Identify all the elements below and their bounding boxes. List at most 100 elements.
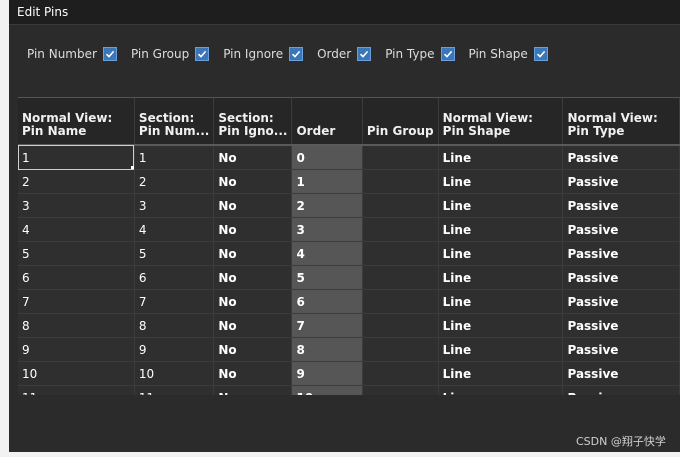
cell-order[interactable]: 7 <box>291 313 363 338</box>
filter-checkbox-pin-group[interactable] <box>195 47 210 61</box>
cell-pin-group[interactable] <box>362 193 439 218</box>
table-row[interactable]: 4 4 No 3 Line Passive <box>18 217 680 242</box>
cell-pin-type[interactable]: Passive <box>562 193 680 218</box>
cell-pin-type[interactable]: Passive <box>562 169 680 194</box>
cell-pin-ignore[interactable]: No <box>213 145 293 170</box>
cell-pin-shape[interactable]: Line <box>438 217 564 242</box>
cell-pin-number[interactable]: 1 <box>134 145 215 170</box>
cell-pin-number[interactable]: 8 <box>134 313 215 338</box>
cell-pin-name[interactable]: 5 <box>18 241 135 266</box>
cell-pin-name[interactable]: 7 <box>18 289 135 314</box>
cell-order[interactable]: 1 <box>291 169 363 194</box>
filter-pin-ignore[interactable]: Pin Ignore <box>223 47 304 61</box>
cell-pin-ignore[interactable]: No <box>213 169 293 194</box>
cell-pin-shape[interactable]: Line <box>438 337 564 362</box>
cell-pin-shape[interactable]: Line <box>438 241 564 266</box>
cell-order[interactable]: 3 <box>291 217 363 242</box>
cell-pin-type[interactable]: Passive <box>562 361 680 386</box>
table-row[interactable]: 8 8 No 7 Line Passive <box>18 313 680 338</box>
filter-pin-type[interactable]: Pin Type <box>385 47 455 61</box>
cell-pin-ignore[interactable]: No <box>213 265 293 290</box>
table-row[interactable]: 2 2 No 1 Line Passive <box>18 169 680 194</box>
cell-pin-name[interactable]: 4 <box>18 217 135 242</box>
cell-pin-number[interactable]: 3 <box>134 193 215 218</box>
filter-order[interactable]: Order <box>317 47 372 61</box>
cell-pin-group[interactable] <box>362 265 439 290</box>
column-header-pin-name[interactable]: Normal View: Pin Name <box>18 98 135 146</box>
cell-pin-group[interactable] <box>362 241 439 266</box>
filter-checkbox-pin-type[interactable] <box>440 47 455 61</box>
cell-pin-number[interactable]: 10 <box>134 361 215 386</box>
cell-pin-group[interactable] <box>362 361 439 386</box>
cell-pin-type[interactable]: Passive <box>562 337 680 362</box>
cell-pin-name[interactable]: 8 <box>18 313 135 338</box>
cell-pin-group[interactable] <box>362 217 439 242</box>
cell-order[interactable]: 2 <box>291 193 363 218</box>
cell-pin-group[interactable] <box>362 337 439 362</box>
cell-pin-name[interactable]: 2 <box>18 169 135 194</box>
column-header-pin-group[interactable]: Pin Group <box>362 98 439 146</box>
table-row[interactable]: 6 6 No 5 Line Passive <box>18 265 680 290</box>
filter-pin-shape[interactable]: Pin Shape <box>469 47 548 61</box>
filter-checkbox-pin-shape[interactable] <box>533 47 548 61</box>
selection-handle[interactable] <box>130 166 134 169</box>
cell-order[interactable]: 0 <box>291 145 363 170</box>
cell-pin-number[interactable]: 4 <box>134 217 215 242</box>
cell-pin-group[interactable] <box>362 169 439 194</box>
cell-pin-ignore[interactable]: No <box>213 361 293 386</box>
cell-pin-number[interactable]: 7 <box>134 289 215 314</box>
cell-pin-number[interactable]: 9 <box>134 337 215 362</box>
cell-pin-name[interactable]: 10 <box>18 361 135 386</box>
cell-pin-shape[interactable]: Line <box>438 313 564 338</box>
cell-pin-number[interactable]: 2 <box>134 169 215 194</box>
cell-pin-number[interactable]: 5 <box>134 241 215 266</box>
cell-pin-name[interactable]: 9 <box>18 337 135 362</box>
cell-order[interactable]: 5 <box>291 265 363 290</box>
cell-pin-name[interactable]: 3 <box>18 193 135 218</box>
cell-pin-group[interactable] <box>362 313 439 338</box>
cell-pin-shape[interactable]: Line <box>438 145 564 170</box>
cell-pin-type[interactable]: Passive <box>562 217 680 242</box>
cell-pin-number[interactable]: 6 <box>134 265 215 290</box>
table-row[interactable]: 1 1 No 0 Line Passive <box>18 145 680 170</box>
cell-pin-type[interactable]: Passive <box>562 241 680 266</box>
filter-pin-group[interactable]: Pin Group <box>131 47 210 61</box>
cell-pin-shape[interactable]: Line <box>438 265 564 290</box>
column-header-pin-shape[interactable]: Normal View: Pin Shape <box>438 98 564 146</box>
cell-pin-shape[interactable]: Line <box>438 169 564 194</box>
table-row[interactable]: 9 9 No 8 Line Passive <box>18 337 680 362</box>
table-row[interactable]: 3 3 No 2 Line Passive <box>18 193 680 218</box>
column-header-pin-igno[interactable]: Section: Pin Igno... <box>213 98 293 146</box>
cell-pin-name[interactable]: 6 <box>18 265 135 290</box>
cell-pin-shape[interactable]: Line <box>438 193 564 218</box>
filter-checkbox-pin-number[interactable] <box>102 47 117 61</box>
cell-pin-group[interactable] <box>362 289 439 314</box>
cell-pin-ignore[interactable]: No <box>213 313 293 338</box>
cell-pin-type[interactable]: Passive <box>562 145 680 170</box>
filter-checkbox-order[interactable] <box>357 47 372 61</box>
filter-checkbox-pin-ignore[interactable] <box>289 47 304 61</box>
cell-pin-ignore[interactable]: No <box>213 217 293 242</box>
cell-pin-shape[interactable]: Line <box>438 289 564 314</box>
cell-order[interactable]: 9 <box>291 361 363 386</box>
cell-pin-ignore[interactable]: No <box>213 193 293 218</box>
cell-pin-ignore[interactable]: No <box>213 337 293 362</box>
cell-pin-type[interactable]: Passive <box>562 313 680 338</box>
cell-pin-ignore[interactable]: No <box>213 241 293 266</box>
table-row[interactable]: 5 5 No 4 Line Passive <box>18 241 680 266</box>
cell-order[interactable]: 4 <box>291 241 363 266</box>
cell-pin-type[interactable]: Passive <box>562 289 680 314</box>
cell-pin-shape[interactable]: Line <box>438 361 564 386</box>
cell-order[interactable]: 8 <box>291 337 363 362</box>
column-header-pin-type[interactable]: Normal View: Pin Type <box>562 98 680 146</box>
cell-order[interactable]: 6 <box>291 289 363 314</box>
column-header-pin-num[interactable]: Section: Pin Num... <box>134 98 215 146</box>
cell-pin-type[interactable]: Passive <box>562 265 680 290</box>
column-header-order[interactable]: Order <box>291 98 363 146</box>
cell-pin-group[interactable] <box>362 145 439 170</box>
cell-pin-ignore[interactable]: No <box>213 289 293 314</box>
table-row[interactable]: 7 7 No 6 Line Passive <box>18 289 680 314</box>
table-row[interactable]: 10 10 No 9 Line Passive <box>18 361 680 386</box>
cell-pin-name[interactable]: 1 <box>18 145 135 170</box>
filter-pin-number[interactable]: Pin Number <box>27 47 117 61</box>
